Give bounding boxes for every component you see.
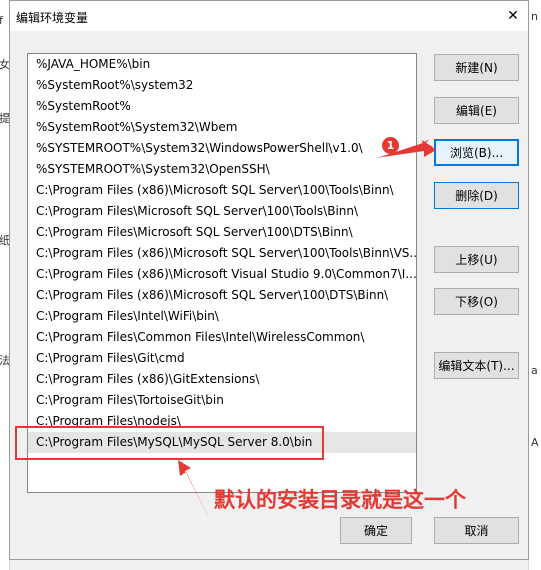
list-item[interactable]: %SYSTEMROOT%\System32\WindowsPowerShell\… — [28, 138, 416, 159]
list-item[interactable]: C:\Program Files (x86)\Microsoft SQL Ser… — [28, 243, 416, 264]
list-item[interactable]: C:\Program Files (x86)\Microsoft SQL Ser… — [28, 180, 416, 201]
delete-button[interactable]: 删除(D) — [434, 182, 519, 209]
ok-button[interactable]: 确定 — [340, 517, 412, 544]
background-window-right: n a A — [528, 0, 541, 570]
list-item[interactable]: C:\Program Files\Microsoft SQL Server\10… — [28, 201, 416, 222]
edit-text-button[interactable]: 编辑文本(T)... — [434, 352, 519, 379]
cancel-button[interactable]: 取消 — [434, 517, 519, 544]
list-item[interactable]: C:\Program Files (x86)\Microsoft SQL Ser… — [28, 285, 416, 306]
list-item[interactable]: %SystemRoot%\System32\Wbem — [28, 117, 416, 138]
list-item[interactable]: C:\Program Files\TortoiseGit\bin — [28, 390, 416, 411]
list-item[interactable]: %SYSTEMROOT%\System32\OpenSSH\ — [28, 159, 416, 180]
bg-char: n — [531, 10, 538, 23]
annotation-caption: 默认的安装目录就是这一个 — [214, 488, 466, 512]
bg-char: f — [0, 14, 3, 27]
title-bar: 编辑环境变量 ✕ — [10, 1, 528, 31]
list-item[interactable]: %JAVA_HOME%\bin — [28, 54, 416, 75]
move-up-button[interactable]: 上移(U) — [434, 246, 519, 273]
path-list[interactable]: %JAVA_HOME%\bin %SystemRoot%\system32 %Sys… — [27, 53, 417, 493]
list-item[interactable]: %SystemRoot%\system32 — [28, 75, 416, 96]
step-badge: 1 — [382, 137, 399, 154]
list-item[interactable]: C:\Program Files\MySQL\MySQL Server 8.0\… — [28, 432, 416, 453]
bg-char: A — [531, 436, 539, 449]
list-item[interactable]: C:\Program Files\Intel\WiFi\bin\ — [28, 306, 416, 327]
bg-char: a — [531, 364, 538, 377]
list-item[interactable]: C:\Program Files\Microsoft SQL Server\10… — [28, 222, 416, 243]
list-item[interactable]: C:\Program Files\Common Files\Intel\Wire… — [28, 327, 416, 348]
move-down-button[interactable]: 下移(O) — [434, 288, 519, 315]
dialog-title: 编辑环境变量 — [16, 11, 89, 25]
list-item[interactable]: C:\Program Files\nodejs\ — [28, 411, 416, 432]
list-item[interactable]: C:\Program Files\Git\cmd — [28, 348, 416, 369]
edit-env-var-dialog: 编辑环境变量 ✕ %JAVA_HOME%\bin %SystemRoot%\sys… — [9, 0, 529, 560]
edit-button[interactable]: 编辑(E) — [434, 97, 519, 124]
list-item[interactable]: C:\Program Files (x86)\GitExtensions\ — [28, 369, 416, 390]
list-item[interactable]: C:\Program Files (x86)\Microsoft Visual … — [28, 264, 416, 285]
list-item[interactable]: %SystemRoot% — [28, 96, 416, 117]
close-button[interactable]: ✕ — [498, 1, 528, 31]
close-icon: ✕ — [507, 8, 519, 24]
browse-button[interactable]: 浏览(B)... — [434, 139, 519, 166]
new-button[interactable]: 新建(N) — [434, 54, 519, 81]
